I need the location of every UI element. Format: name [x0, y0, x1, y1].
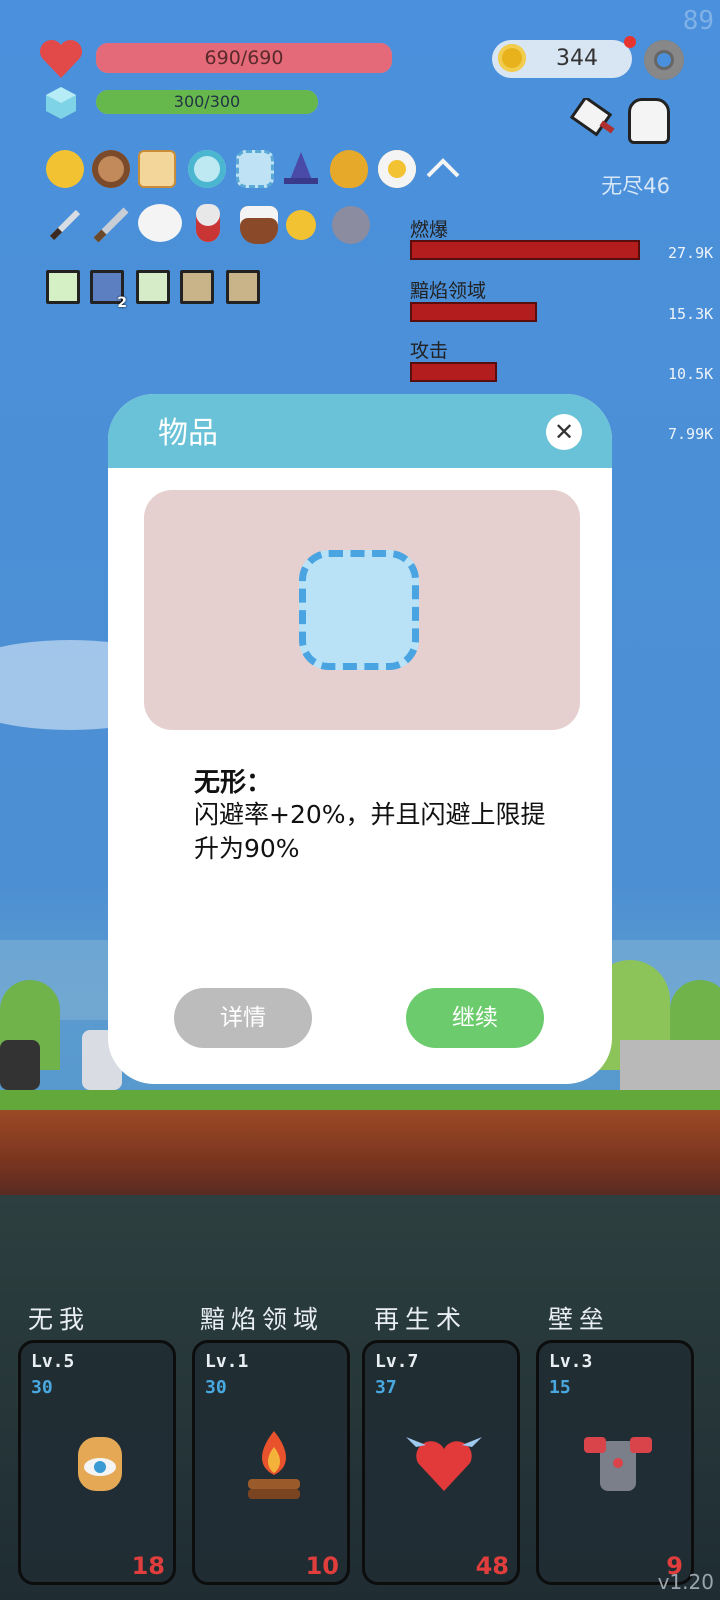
continue-button[interactable]: 继续	[406, 988, 544, 1048]
close-icon[interactable]: ✕	[546, 414, 582, 450]
item-description: 闪避率+20%，并且闪避上限提升为90%	[194, 800, 546, 863]
dashed-square-icon	[299, 550, 419, 670]
dialog-header: 物品 ✕	[108, 394, 612, 468]
dialog-title: 物品	[158, 416, 218, 451]
details-button[interactable]: 详情	[174, 988, 312, 1048]
item-preview	[144, 490, 580, 730]
item-dialog: 物品 ✕ 无形： 闪避率+20%，并且闪避上限提升为90% 详情 继续	[108, 394, 612, 1084]
item-name: 无形：	[194, 768, 273, 798]
